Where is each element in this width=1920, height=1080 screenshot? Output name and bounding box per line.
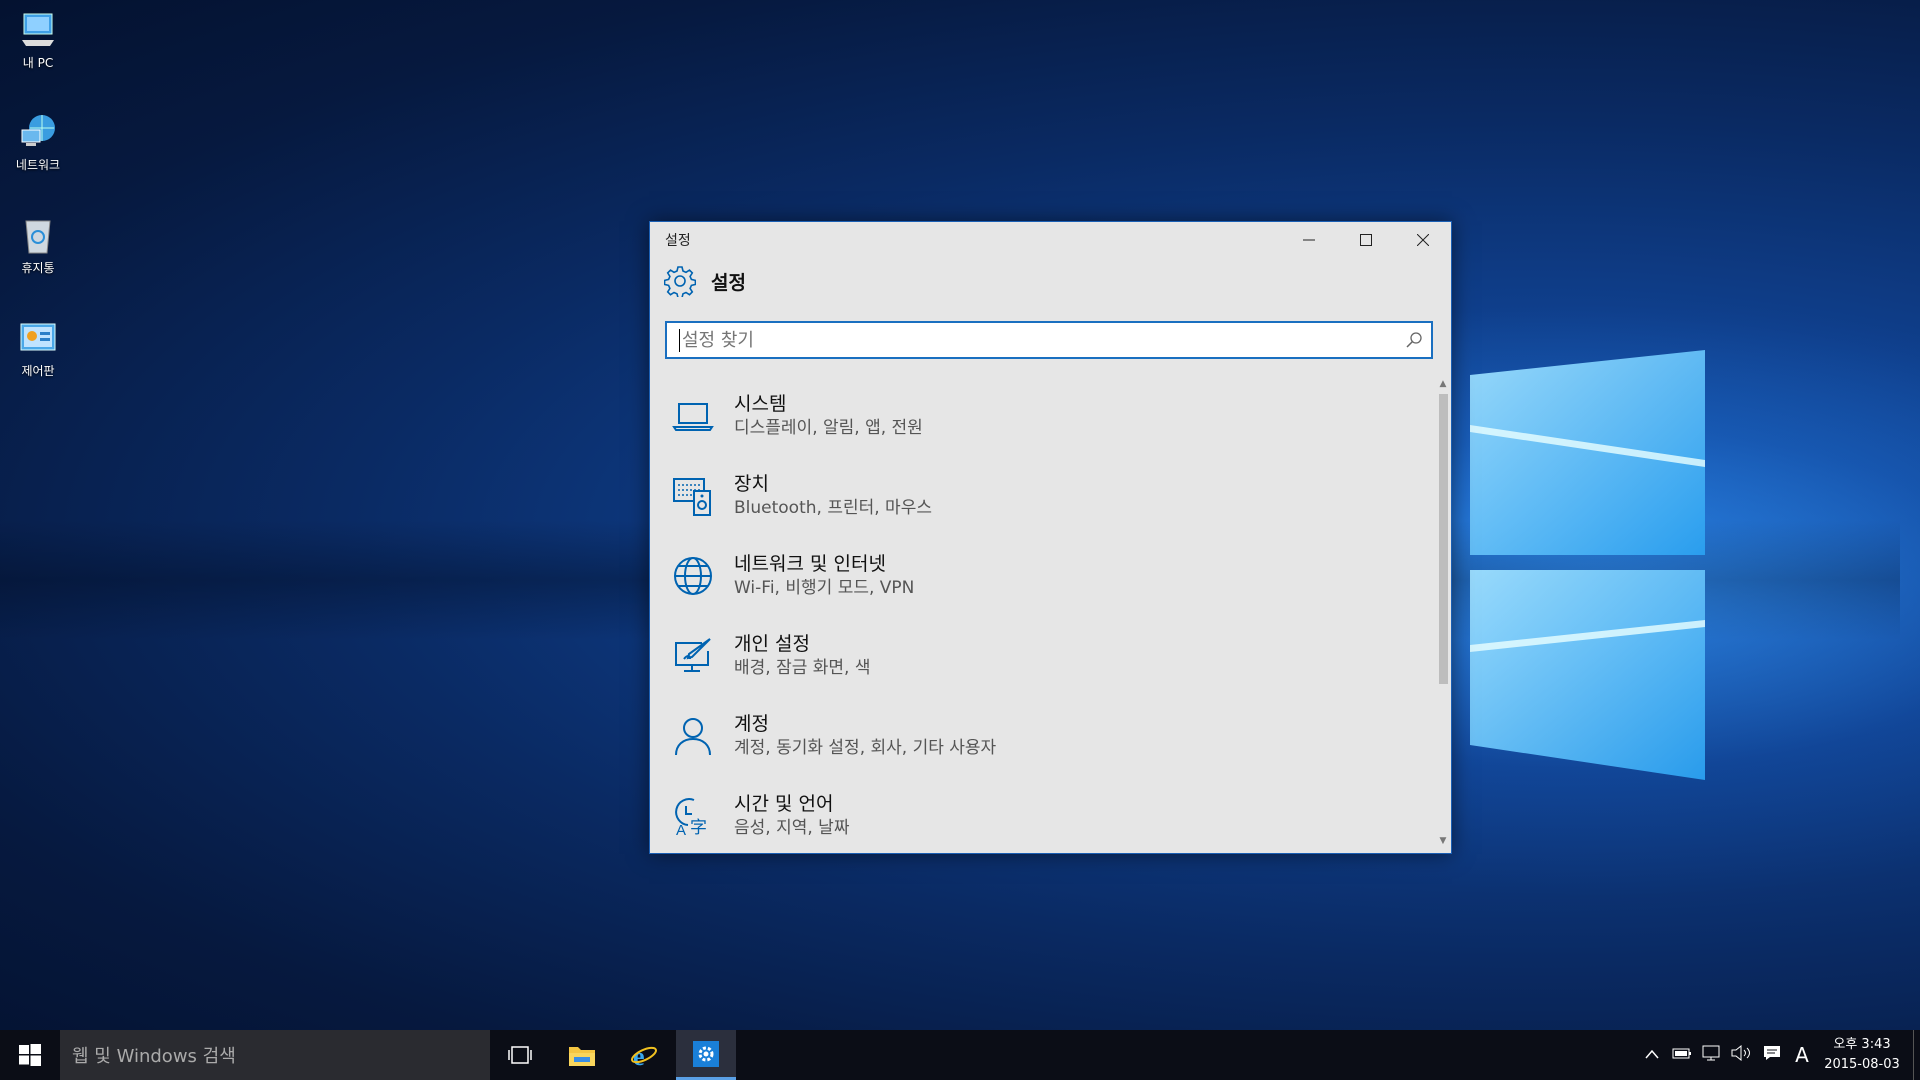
settings-window: 설정 설정 설정 찾기 시스템 디스플레이, 알림, 앱, 전원 장치 Blue… [649, 221, 1452, 854]
task-view-icon [508, 1046, 532, 1064]
vertical-scrollbar[interactable]: ▲ ▼ [1435, 376, 1451, 849]
desktop-icon-label: 내 PC [22, 56, 54, 70]
search-input[interactable] [679, 328, 1384, 352]
battery-button[interactable] [1667, 1046, 1697, 1064]
desktop-icon-network[interactable]: 네트워크 [10, 112, 66, 173]
category-subtitle: 디스플레이, 알림, 앱, 전원 [734, 418, 923, 438]
scroll-thumb[interactable] [1439, 394, 1448, 684]
category-title: 계정 [734, 713, 769, 735]
clock[interactable]: 오후 3:43 2015-08-03 [1817, 1035, 1907, 1075]
person-icon [672, 715, 714, 757]
taskbar-internet-explorer[interactable]: e [614, 1030, 674, 1080]
task-view-button[interactable] [490, 1030, 550, 1080]
laptop-icon [672, 395, 714, 437]
network-tray-icon [1702, 1045, 1720, 1061]
time-language-icon: A字 [672, 795, 714, 837]
close-icon [1416, 234, 1429, 246]
minimize-button[interactable] [1280, 222, 1337, 258]
svg-text:字: 字 [690, 818, 707, 837]
category-title: 장치 [734, 473, 769, 495]
category-title: 네트워크 및 인터넷 [734, 553, 886, 575]
category-personalization[interactable]: 개인 설정 배경, 잠금 화면, 색 [650, 616, 1433, 696]
desktop-icon-pc[interactable]: 내 PC [10, 10, 66, 71]
taskbar-search-box[interactable]: 웹 및 Windows 검색 [60, 1030, 490, 1080]
speaker-icon [1731, 1044, 1750, 1062]
battery-icon [1672, 1048, 1691, 1059]
taskbar-settings[interactable] [676, 1030, 736, 1080]
category-accounts[interactable]: 계정 계정, 동기화 설정, 회사, 기타 사용자 [650, 696, 1433, 776]
notification-icon [1764, 1046, 1780, 1060]
title-bar[interactable]: 설정 [650, 222, 1451, 258]
globe-icon [672, 555, 714, 597]
input-method-indicator[interactable]: A [1787, 1043, 1817, 1067]
category-subtitle: Bluetooth, 프린터, 마우스 [734, 498, 932, 518]
category-subtitle: Wi-Fi, 비행기 모드, VPN [734, 578, 915, 598]
show-hidden-icons-button[interactable] [1637, 1047, 1667, 1063]
windows-start-icon [19, 1044, 41, 1066]
clock-time: 오후 3:43 [1833, 1037, 1891, 1052]
start-button[interactable] [0, 1030, 60, 1080]
system-tray: A 오후 3:43 2015-08-03 [1637, 1030, 1920, 1080]
desktop-icon-recycle-bin[interactable]: 휴지통 [10, 215, 66, 276]
close-button[interactable] [1394, 222, 1451, 258]
category-subtitle: 계정, 동기화 설정, 회사, 기타 사용자 [734, 738, 997, 758]
gear-icon [664, 266, 696, 297]
category-title: 시스템 [734, 393, 787, 415]
taskbar-search-placeholder: 웹 및 Windows 검색 [72, 1046, 236, 1067]
settings-search-box[interactable] [665, 321, 1433, 359]
recycle-bin-icon [18, 215, 58, 255]
network-tray-button[interactable] [1697, 1045, 1727, 1065]
taskbar-file-explorer[interactable] [552, 1030, 612, 1080]
scroll-up-button[interactable]: ▲ [1435, 376, 1451, 392]
network-icon [18, 112, 58, 152]
category-title: 개인 설정 [734, 633, 810, 655]
window-title: 설정 [665, 233, 691, 249]
taskbar: 웹 및 Windows 검색 e A 오후 3:43 2015-08-03 [0, 1030, 1920, 1080]
category-title: 시간 및 언어 [734, 793, 834, 815]
windows-logo-wallpaper [1470, 350, 1705, 780]
minimize-icon [1302, 239, 1315, 241]
search-icon[interactable] [1405, 331, 1423, 349]
category-network[interactable]: 네트워크 및 인터넷 Wi-Fi, 비행기 모드, VPN [650, 536, 1433, 616]
desktop-icon-control-panel[interactable]: 제어판 [10, 318, 66, 379]
action-center-button[interactable] [1757, 1045, 1787, 1065]
category-time-language[interactable]: A字 시간 및 언어 음성, 지역, 날짜 [650, 776, 1433, 849]
desktop-icon-label: 제어판 [21, 364, 55, 378]
devices-icon [672, 475, 714, 517]
volume-button[interactable] [1727, 1044, 1757, 1065]
settings-category-list: 시스템 디스플레이, 알림, 앱, 전원 장치 Bluetooth, 프린터, … [650, 376, 1433, 849]
desktop-icon-label: 네트워크 [15, 158, 61, 172]
svg-text:A: A [676, 822, 686, 837]
category-subtitle: 음성, 지역, 날짜 [734, 818, 850, 838]
chevron-up-icon [1645, 1049, 1659, 1059]
control-panel-icon [18, 318, 58, 358]
settings-gear-icon [693, 1040, 719, 1067]
show-desktop-button[interactable] [1913, 1030, 1920, 1080]
category-devices[interactable]: 장치 Bluetooth, 프린터, 마우스 [650, 456, 1433, 536]
maximize-icon [1359, 234, 1372, 246]
maximize-button[interactable] [1337, 222, 1394, 258]
settings-header: 설정 [664, 258, 1451, 304]
pc-icon [18, 10, 58, 50]
category-subtitle: 배경, 잠금 화면, 색 [734, 658, 871, 678]
category-system[interactable]: 시스템 디스플레이, 알림, 앱, 전원 [650, 376, 1433, 456]
personalization-icon [672, 635, 714, 677]
desktop-icon-label: 휴지통 [21, 261, 55, 275]
page-title: 설정 [711, 271, 746, 294]
folder-icon [569, 1047, 595, 1066]
internet-explorer-icon: e [631, 1042, 657, 1069]
clock-date: 2015-08-03 [1824, 1057, 1900, 1072]
scroll-down-button[interactable]: ▼ [1435, 833, 1451, 849]
